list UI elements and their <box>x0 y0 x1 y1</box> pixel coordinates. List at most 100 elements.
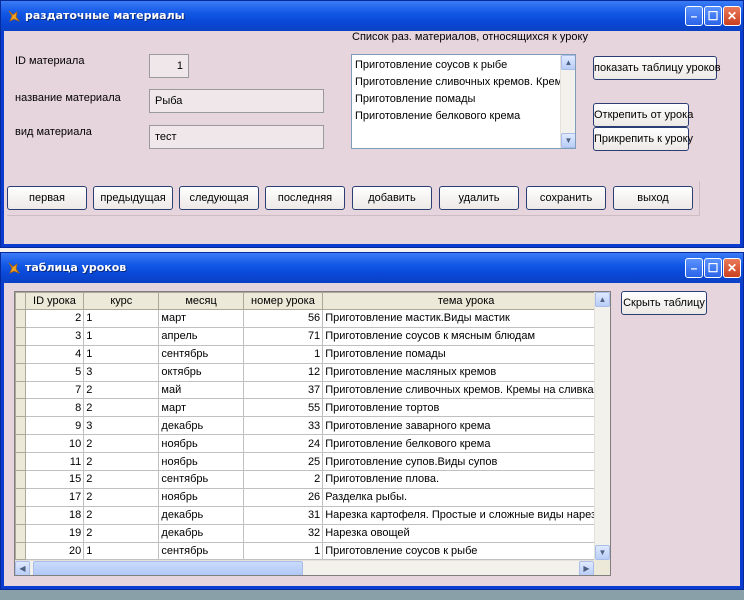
last-button[interactable]: последняя <box>265 186 345 210</box>
cell-course[interactable]: 1 <box>83 309 160 328</box>
cell-course[interactable]: 2 <box>83 434 160 454</box>
row-selector[interactable] <box>15 398 26 418</box>
cell-lesson-number[interactable]: 32 <box>242 523 324 543</box>
cell-topic[interactable]: Приготовление помады <box>322 344 610 364</box>
cell-lesson-number[interactable]: 26 <box>242 487 324 507</box>
add-button[interactable]: добавить <box>352 186 432 210</box>
next-button[interactable]: следующая <box>179 186 259 210</box>
cell-id[interactable]: 18 <box>24 505 85 525</box>
cell-topic[interactable]: Приготовление масляных кремов <box>322 362 610 382</box>
cell-topic[interactable]: Нарезка овощей <box>322 523 610 543</box>
cell-lesson-number[interactable]: 12 <box>242 362 324 382</box>
scroll-down-icon[interactable]: ▼ <box>595 545 610 560</box>
row-selector[interactable] <box>15 434 26 454</box>
scroll-up-icon[interactable]: ▲ <box>595 292 610 307</box>
cell-topic[interactable]: Приготовление соусов к мясным блюдам <box>322 326 610 346</box>
minimize-button[interactable]: – <box>685 258 703 278</box>
cell-topic[interactable]: Разделка рыбы. <box>322 487 610 507</box>
table-row[interactable]: 15 2 сентябрь 2 Приготовление плова. <box>15 470 610 489</box>
cell-id[interactable]: 19 <box>24 523 85 543</box>
cell-course[interactable]: 1 <box>83 326 160 346</box>
list-item[interactable]: Приготовление белкового крема <box>352 108 575 125</box>
cell-lesson-number[interactable]: 25 <box>242 452 324 472</box>
cell-topic[interactable]: Приготовление супов.Виды супов <box>322 452 610 472</box>
cell-month[interactable]: декабрь <box>158 523 244 543</box>
cell-month[interactable]: май <box>158 380 244 400</box>
row-selector[interactable] <box>15 523 26 543</box>
maximize-button[interactable]: ☐ <box>704 6 722 26</box>
cell-topic[interactable]: Приготовление сливочных кремов. Кремы на… <box>322 380 610 400</box>
close-button[interactable]: ✕ <box>723 6 741 26</box>
cell-id[interactable]: 2 <box>24 309 85 328</box>
cell-lesson-number[interactable]: 31 <box>242 505 324 525</box>
cell-month[interactable]: март <box>158 309 244 328</box>
table-row[interactable]: 9 3 декабрь 33 Приготовление заварного крема <box>15 416 610 436</box>
cell-lesson-number[interactable]: 2 <box>242 470 324 489</box>
save-button[interactable]: сохранить <box>526 186 606 210</box>
cell-month[interactable]: ноябрь <box>158 434 244 454</box>
attach-button[interactable]: Прикрепить к уроку <box>593 127 693 151</box>
grid-horizontal-scrollbar[interactable]: ◀ ▶ <box>15 560 595 575</box>
cell-month[interactable]: сентябрь <box>158 541 244 561</box>
cell-id[interactable]: 5 <box>24 362 85 382</box>
maximize-button[interactable]: ☐ <box>704 258 722 278</box>
cell-month[interactable]: апрель <box>158 326 244 346</box>
cell-id[interactable]: 9 <box>24 416 85 436</box>
cell-topic[interactable]: Приготовление тортов <box>322 398 610 418</box>
material-id-field[interactable]: 1 <box>149 54 189 78</box>
cell-id[interactable]: 3 <box>24 326 85 346</box>
cell-topic[interactable]: Приготовление белкового крема <box>322 434 610 454</box>
row-selector[interactable] <box>15 487 26 507</box>
cell-id[interactable]: 11 <box>24 452 85 472</box>
cell-lesson-number[interactable]: 33 <box>242 416 324 436</box>
table-row[interactable]: 7 2 май 37 Приготовление сливочных кремов. К… <box>15 380 610 400</box>
hide-table-button[interactable]: Скрыть таблицу <box>621 291 707 315</box>
cell-id[interactable]: 17 <box>24 487 85 507</box>
cell-id[interactable]: 20 <box>24 541 85 561</box>
cell-month[interactable]: ноябрь <box>158 487 244 507</box>
materials-titlebar[interactable]: раздаточные материалы – ☐ ✕ <box>1 1 743 31</box>
cell-lesson-number[interactable]: 24 <box>242 434 324 454</box>
list-item[interactable]: Приготовление помады <box>352 91 575 108</box>
cell-lesson-number[interactable]: 37 <box>242 380 324 400</box>
table-row[interactable]: 11 2 ноябрь 25 Приготовление супов.Виды супо… <box>15 452 610 472</box>
cell-id[interactable]: 7 <box>24 380 85 400</box>
cell-month[interactable]: октябрь <box>158 362 244 382</box>
first-button[interactable]: первая <box>7 186 87 210</box>
cell-month[interactable]: сентябрь <box>158 344 244 364</box>
minimize-button[interactable]: – <box>685 6 703 26</box>
table-row[interactable]: 5 3 октябрь 12 Приготовление масляных кремов <box>15 362 610 382</box>
scroll-right-icon[interactable]: ▶ <box>579 561 594 575</box>
cell-course[interactable]: 2 <box>83 380 160 400</box>
cell-course[interactable]: 2 <box>83 505 160 525</box>
row-selector[interactable] <box>15 380 26 400</box>
col-header-month[interactable]: месяц <box>158 292 244 310</box>
col-header-topic[interactable]: тема урока <box>322 292 610 310</box>
material-name-field[interactable]: Рыба <box>149 89 324 113</box>
row-selector[interactable] <box>15 309 26 328</box>
lessons-grid[interactable]: ID урока курс месяц номер урока тема уро… <box>14 291 611 576</box>
exit-button[interactable]: выход <box>613 186 693 210</box>
row-selector[interactable] <box>15 541 26 561</box>
row-selector[interactable] <box>15 452 26 472</box>
table-row[interactable]: 20 1 сентябрь 1 Приготовление соусов к рыбе <box>15 541 610 561</box>
cell-topic[interactable]: Нарезка картофеля. Простые и сложные вид… <box>322 505 610 525</box>
scroll-left-icon[interactable]: ◀ <box>15 561 30 575</box>
scroll-up-icon[interactable]: ▲ <box>561 55 575 70</box>
scroll-thumb[interactable] <box>33 561 303 575</box>
row-selector[interactable] <box>15 344 26 364</box>
cell-course[interactable]: 2 <box>83 487 160 507</box>
detach-button[interactable]: Открепить от урока <box>593 103 693 127</box>
row-selector[interactable] <box>15 416 26 436</box>
cell-course[interactable]: 2 <box>83 523 160 543</box>
table-row[interactable]: 18 2 декабрь 31 Нарезка картофеля. Простые и… <box>15 505 610 525</box>
cell-lesson-number[interactable]: 71 <box>242 326 324 346</box>
show-lessons-button[interactable]: показать таблицу уроков <box>593 56 721 80</box>
cell-lesson-number[interactable]: 1 <box>242 541 324 561</box>
cell-month[interactable]: сентябрь <box>158 470 244 489</box>
cell-month[interactable]: ноябрь <box>158 452 244 472</box>
cell-topic[interactable]: Приготовление заварного крема <box>322 416 610 436</box>
list-item[interactable]: Приготовление сливочных кремов. Кремы на… <box>352 74 575 91</box>
table-row[interactable]: 3 1 апрель 71 Приготовление соусов к мясным … <box>15 326 610 346</box>
list-item[interactable]: Приготовление соусов к рыбе <box>352 57 575 74</box>
